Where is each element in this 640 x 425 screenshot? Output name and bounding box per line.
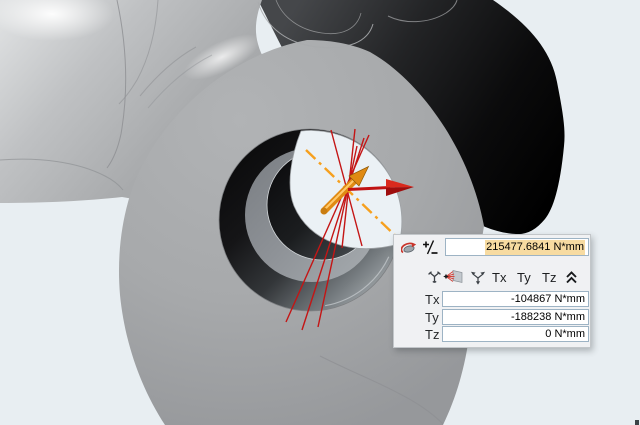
inferred-vector-icon[interactable] <box>427 269 442 284</box>
tx-input[interactable]: -104867 N*mm <box>442 291 589 307</box>
tx-value: -104867 N*mm <box>511 293 585 306</box>
counterbore-hole[interactable] <box>219 129 402 311</box>
row-label-tz: Tz <box>425 327 439 343</box>
ty-input[interactable]: -188238 N*mm <box>442 309 589 325</box>
axis-toggle-ty[interactable]: Ty <box>517 270 531 285</box>
cad-viewport-window: 215477.6841 N*mm <box>0 0 640 425</box>
tz-input[interactable]: 0 N*mm <box>442 326 589 342</box>
corner-artifact <box>635 420 639 425</box>
tz-value: 0 N*mm <box>545 328 585 341</box>
axis-toggle-tx[interactable]: Tx <box>492 270 506 285</box>
selected-value-text: 215477.6841 N*mm <box>485 240 585 255</box>
plus-minus-icon[interactable] <box>422 240 439 255</box>
ty-value: -188238 N*mm <box>511 311 585 324</box>
collapse-icon[interactable] <box>564 269 579 284</box>
vector-dialog-icon[interactable] <box>443 268 464 285</box>
csys-triad-icon[interactable] <box>470 269 486 285</box>
axis-toggle-tz[interactable]: Tz <box>542 270 556 285</box>
torque-input-panel: 215477.6841 N*mm <box>393 234 591 348</box>
viewport-3d[interactable] <box>0 0 640 425</box>
row-label-ty: Ty <box>425 310 439 326</box>
torque-magnitude-input[interactable]: 215477.6841 N*mm <box>445 238 589 256</box>
moment-icon <box>401 241 418 256</box>
row-label-tx: Tx <box>425 292 439 308</box>
